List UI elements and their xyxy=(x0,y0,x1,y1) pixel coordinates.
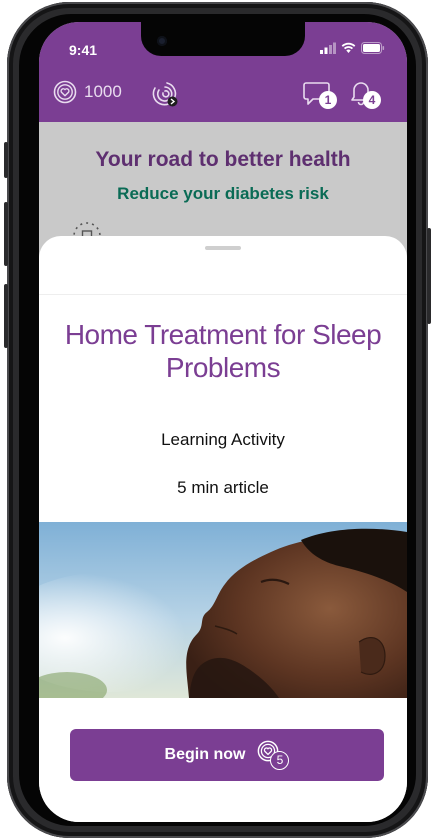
phone-frame: 9:41 1000 1 4 Your road to better health… xyxy=(4,2,431,838)
background-page-title: Your road to better health xyxy=(95,148,351,171)
volume-up-button xyxy=(4,202,8,266)
battery-icon xyxy=(361,42,385,54)
reward-indicator: 5 xyxy=(257,740,290,770)
notifications-badge: 4 xyxy=(363,91,381,109)
phone-screen: 9:41 1000 1 4 Your road to better health… xyxy=(39,22,407,822)
signal-icon xyxy=(320,42,336,54)
activity-bottom-sheet: Home Treatment for Sleep Problems Learni… xyxy=(39,236,407,822)
points-counter[interactable]: 1000 xyxy=(53,80,122,104)
silent-switch xyxy=(4,142,8,178)
power-button xyxy=(427,228,431,324)
activity-duration: 5 min article xyxy=(177,478,269,497)
messages-badge: 1 xyxy=(319,91,337,109)
sheet-drag-handle[interactable] xyxy=(205,246,241,250)
progress-ring-icon[interactable] xyxy=(151,80,179,108)
front-camera xyxy=(157,36,167,46)
sheet-divider xyxy=(39,294,407,295)
activity-type: Learning Activity xyxy=(161,430,285,449)
notifications-button[interactable]: 4 xyxy=(347,78,383,110)
status-icons xyxy=(320,41,385,55)
begin-now-label: Begin now xyxy=(164,746,246,763)
status-time: 9:41 xyxy=(69,42,98,58)
background-page-subtitle: Reduce your diabetes risk xyxy=(117,184,329,203)
begin-now-button[interactable]: Begin now 5 xyxy=(70,729,384,781)
activity-hero-image xyxy=(39,522,407,698)
reward-points-badge: 5 xyxy=(270,751,290,770)
volume-down-button xyxy=(4,284,8,348)
wifi-icon xyxy=(341,42,356,53)
messages-button[interactable]: 1 xyxy=(303,80,339,110)
points-value: 1000 xyxy=(84,82,122,101)
activity-title: Home Treatment for Sleep Problems xyxy=(64,319,382,383)
heart-coin-icon xyxy=(53,80,77,104)
